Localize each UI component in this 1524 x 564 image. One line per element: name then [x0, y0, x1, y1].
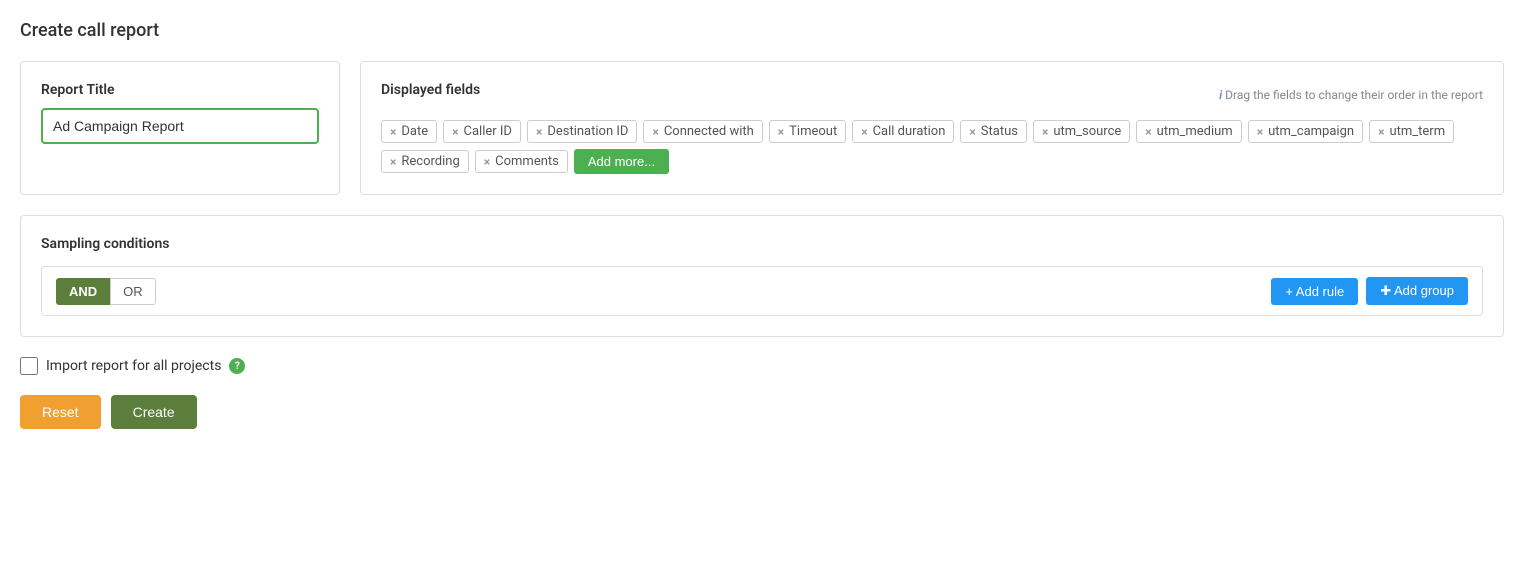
- add-rule-button[interactable]: + Add rule: [1271, 278, 1358, 305]
- report-title-card: Report Title: [20, 61, 340, 195]
- tag-remove-timeout[interactable]: ×: [778, 125, 784, 139]
- tag-label-utm_campaign: utm_campaign: [1268, 124, 1354, 139]
- report-title-input[interactable]: [41, 108, 319, 144]
- tag-remove-utm_source[interactable]: ×: [1042, 125, 1048, 139]
- tag-status[interactable]: × Status: [960, 120, 1027, 143]
- report-title-label: Report Title: [41, 82, 319, 98]
- info-icon: i: [1219, 88, 1222, 102]
- tag-destination_id[interactable]: × Destination ID: [527, 120, 637, 143]
- and-button[interactable]: AND: [56, 278, 110, 305]
- tag-label-comments: Comments: [495, 154, 559, 169]
- add-group-button[interactable]: ✚ Add group: [1366, 277, 1468, 305]
- sampling-conditions-title: Sampling conditions: [41, 236, 1483, 252]
- displayed-fields-header: Displayed fields i Drag the fields to ch…: [381, 82, 1483, 108]
- page-title: Create call report: [20, 20, 1504, 41]
- tag-label-recording: Recording: [401, 154, 459, 169]
- tags-container: × Date × Caller ID × Destination ID × Connected…: [381, 120, 1483, 174]
- tag-utm_term[interactable]: × utm_term: [1369, 120, 1454, 143]
- logic-buttons: AND OR: [56, 278, 156, 305]
- tag-remove-status[interactable]: ×: [969, 125, 975, 139]
- tag-remove-utm_medium[interactable]: ×: [1145, 125, 1151, 139]
- tag-remove-call_duration[interactable]: ×: [861, 125, 867, 139]
- displayed-fields-card: Displayed fields i Drag the fields to ch…: [360, 61, 1504, 195]
- tag-comments[interactable]: × Comments: [475, 150, 568, 173]
- tag-remove-utm_term[interactable]: ×: [1378, 125, 1384, 139]
- tag-utm_campaign[interactable]: × utm_campaign: [1248, 120, 1363, 143]
- reset-button[interactable]: Reset: [20, 395, 101, 429]
- add-more-button[interactable]: Add more...: [574, 149, 669, 174]
- sampling-conditions-body: AND OR + Add rule ✚ Add group: [41, 266, 1483, 316]
- tag-connected_with[interactable]: × Connected with: [643, 120, 762, 143]
- tag-label-caller_id: Caller ID: [464, 124, 512, 139]
- tag-label-date: Date: [401, 124, 428, 139]
- tag-label-utm_medium: utm_medium: [1157, 124, 1233, 139]
- drag-hint: i Drag the fields to change their order …: [1219, 88, 1483, 102]
- import-label: Import report for all projects: [46, 358, 221, 374]
- help-icon[interactable]: ?: [229, 358, 245, 374]
- tag-label-destination_id: Destination ID: [547, 124, 628, 139]
- tag-label-timeout: Timeout: [789, 124, 837, 139]
- tag-remove-utm_campaign[interactable]: ×: [1257, 125, 1263, 139]
- tag-caller_id[interactable]: × Caller ID: [443, 120, 521, 143]
- tag-label-utm_term: utm_term: [1389, 124, 1445, 139]
- tag-timeout[interactable]: × Timeout: [769, 120, 846, 143]
- action-buttons: Reset Create: [20, 395, 1504, 429]
- tag-call_duration[interactable]: × Call duration: [852, 120, 954, 143]
- tag-date[interactable]: × Date: [381, 120, 437, 143]
- tag-label-connected_with: Connected with: [664, 124, 754, 139]
- import-row: Import report for all projects ?: [20, 357, 1504, 375]
- top-row: Report Title Displayed fields i Drag the…: [20, 61, 1504, 195]
- tag-remove-comments[interactable]: ×: [484, 155, 490, 169]
- tag-remove-recording[interactable]: ×: [390, 155, 396, 169]
- sampling-conditions-card: Sampling conditions AND OR + Add rule ✚ …: [20, 215, 1504, 337]
- tag-remove-date[interactable]: ×: [390, 125, 396, 139]
- tag-remove-caller_id[interactable]: ×: [452, 125, 458, 139]
- tag-label-status: Status: [981, 124, 1018, 139]
- tag-remove-destination_id[interactable]: ×: [536, 125, 542, 139]
- displayed-fields-label: Displayed fields: [381, 82, 480, 98]
- tag-utm_medium[interactable]: × utm_medium: [1136, 120, 1241, 143]
- rule-buttons: + Add rule ✚ Add group: [1271, 277, 1468, 305]
- tag-label-call_duration: Call duration: [873, 124, 946, 139]
- create-button[interactable]: Create: [111, 395, 197, 429]
- import-checkbox[interactable]: [20, 357, 38, 375]
- tag-utm_source[interactable]: × utm_source: [1033, 120, 1130, 143]
- tag-remove-connected_with[interactable]: ×: [652, 125, 658, 139]
- tag-label-utm_source: utm_source: [1053, 124, 1121, 139]
- tag-recording[interactable]: × Recording: [381, 150, 469, 173]
- or-button[interactable]: OR: [110, 278, 156, 305]
